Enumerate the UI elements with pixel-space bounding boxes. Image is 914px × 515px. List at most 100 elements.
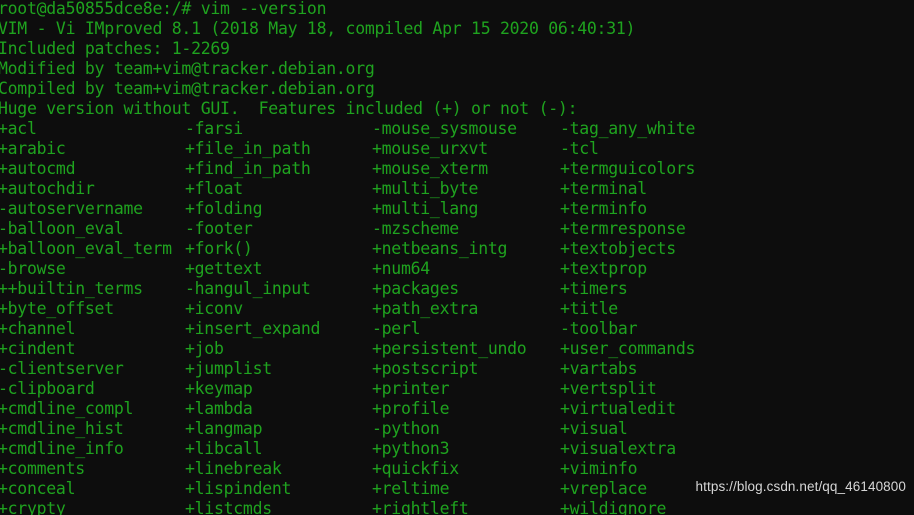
feature-flag: +textobjects (560, 239, 676, 258)
feature-flag: +arabic (0, 139, 66, 158)
feature-row: -clientserver +jumplist +postscript +vartab… (0, 359, 914, 379)
feature-flag: +virtualedit (560, 399, 676, 418)
feature-flag: -hangul_input (185, 279, 311, 298)
feature-row: +cmdline_compl +lambda +profile +virtualedi… (0, 399, 914, 419)
feature-flag: +listcmds (185, 499, 272, 515)
feature-row: +cmdline_hist +langmap -python +visual (0, 419, 914, 439)
shell-prompt-line: root@da50855dce8e:/# vim --version (0, 0, 327, 18)
feature-flag: +terminal (560, 179, 647, 198)
terminal-output[interactable]: root@da50855dce8e:/# vim --version VIM -… (0, 0, 914, 515)
feature-flag: -python (372, 419, 440, 438)
vim-version-line: VIM - Vi IMproved 8.1 (2018 May 18, comp… (0, 19, 636, 38)
feature-flag: +conceal (0, 479, 76, 498)
feature-flag: +job (185, 339, 224, 358)
feature-row: +byte_offset +iconv +path_extra +title (0, 299, 914, 319)
feature-flag: +crypty (0, 499, 66, 515)
feature-flag: +acl (0, 119, 37, 138)
feature-flag: -balloon_eval (0, 219, 124, 238)
feature-flag: +num64 (372, 259, 430, 278)
feature-row: +acl -farsi -mouse_sysmouse -tag_any_white (0, 119, 914, 139)
feature-flag: +python3 (372, 439, 450, 458)
feature-flag: -perl (372, 319, 421, 338)
included-patches-line: Included patches: 1-2269 (0, 39, 230, 58)
feature-row: +autocmd +find_in_path +mouse_xterm +termgu… (0, 159, 914, 179)
feature-flag: +timers (560, 279, 628, 298)
feature-flag: +multi_byte (372, 179, 479, 198)
feature-flag: +iconv (185, 299, 243, 318)
feature-row: +balloon_eval_term +fork() +netbeans_intg +… (0, 239, 914, 259)
feature-flag: +printer (372, 379, 450, 398)
feature-flag: -farsi (185, 119, 243, 138)
feature-flag: +comments (0, 459, 85, 478)
feature-flag: +vreplace (560, 479, 647, 498)
terminal-screen: root@da50855dce8e:/# vim --version VIM -… (0, 0, 914, 515)
feature-flag: +autochdir (0, 179, 95, 198)
feature-row: +channel +insert_expand -perl -toolbar (0, 319, 914, 339)
feature-flag: +multi_lang (372, 199, 479, 218)
feature-flag: -clientserver (0, 359, 124, 378)
feature-flag: +cindent (0, 339, 76, 358)
feature-flag: +fork() (185, 239, 253, 258)
feature-flag-grid: +acl -farsi -mouse_sysmouse -tag_any_white +… (0, 119, 914, 515)
feature-flag: +byte_offset (0, 299, 114, 318)
feature-flag: -mzscheme (372, 219, 459, 238)
feature-flag: +postscript (372, 359, 479, 378)
feature-flag: -tag_any_white (560, 119, 696, 138)
feature-flag: +viminfo (560, 459, 638, 478)
feature-flag: -mouse_sysmouse (372, 119, 517, 138)
feature-row: -browse +gettext +num64 +textprop (0, 259, 914, 279)
feature-flag: +folding (185, 199, 263, 218)
feature-flag: +persistent_undo (372, 339, 527, 358)
feature-flag: +quickfix (372, 459, 459, 478)
feature-flag: +vartabs (560, 359, 638, 378)
feature-flag: +user_commands (560, 339, 696, 358)
feature-flag: +float (185, 179, 243, 198)
features-legend-line: Huge version without GUI. Features inclu… (0, 99, 578, 118)
feature-flag: ++builtin_terms (0, 279, 143, 298)
feature-row: -autoservername +folding +multi_lang +termi… (0, 199, 914, 219)
feature-row: ++builtin_terms -hangul_input +packages +ti… (0, 279, 914, 299)
feature-row: +autochdir +float +multi_byte +terminal (0, 179, 914, 199)
feature-flag: +find_in_path (185, 159, 311, 178)
feature-flag: +lispindent (185, 479, 292, 498)
feature-flag: +libcall (185, 439, 263, 458)
feature-flag: +textprop (560, 259, 647, 278)
feature-row: -balloon_eval -footer -mzscheme +termrespon… (0, 219, 914, 239)
feature-flag: +cmdline_compl (0, 399, 134, 418)
feature-flag: +cmdline_info (0, 439, 124, 458)
feature-flag: +channel (0, 319, 76, 338)
feature-flag: +langmap (185, 419, 263, 438)
feature-flag: +mouse_xterm (372, 159, 488, 178)
feature-flag: -autoservername (0, 199, 143, 218)
compiled-by-line: Compiled by team+vim@tracker.debian.org (0, 79, 375, 98)
feature-flag: +termresponse (560, 219, 686, 238)
feature-flag: +termguicolors (560, 159, 696, 178)
feature-flag: +wildignore (560, 499, 667, 515)
feature-row: +conceal +lispindent +reltime +vreplace (0, 479, 914, 499)
feature-flag: -footer (185, 219, 253, 238)
feature-flag: +keymap (185, 379, 253, 398)
feature-row: +crypty +listcmds +rightleft +wildignore (0, 499, 914, 515)
feature-flag: +file_in_path (185, 139, 311, 158)
feature-flag: -tcl (560, 139, 599, 158)
feature-flag: +mouse_urxvt (372, 139, 488, 158)
feature-row: +comments +linebreak +quickfix +viminfo (0, 459, 914, 479)
feature-row: +arabic +file_in_path +mouse_urxvt -tcl (0, 139, 914, 159)
feature-flag: +title (560, 299, 618, 318)
feature-row: -clipboard +keymap +printer +vertsplit (0, 379, 914, 399)
feature-flag: +packages (372, 279, 459, 298)
feature-flag: +vertsplit (560, 379, 657, 398)
feature-flag: +insert_expand (185, 319, 321, 338)
feature-flag: +path_extra (372, 299, 479, 318)
feature-flag: +lambda (185, 399, 253, 418)
feature-flag: +netbeans_intg (372, 239, 508, 258)
feature-flag: +cmdline_hist (0, 419, 124, 438)
feature-flag: -toolbar (560, 319, 638, 338)
feature-flag: +jumplist (185, 359, 272, 378)
feature-flag: +balloon_eval_term (0, 239, 172, 258)
feature-flag: +terminfo (560, 199, 647, 218)
feature-flag: +linebreak (185, 459, 282, 478)
feature-row: +cindent +job +persistent_undo +user_comman… (0, 339, 914, 359)
feature-flag: -browse (0, 259, 66, 278)
modified-by-line: Modified by team+vim@tracker.debian.org (0, 59, 375, 78)
